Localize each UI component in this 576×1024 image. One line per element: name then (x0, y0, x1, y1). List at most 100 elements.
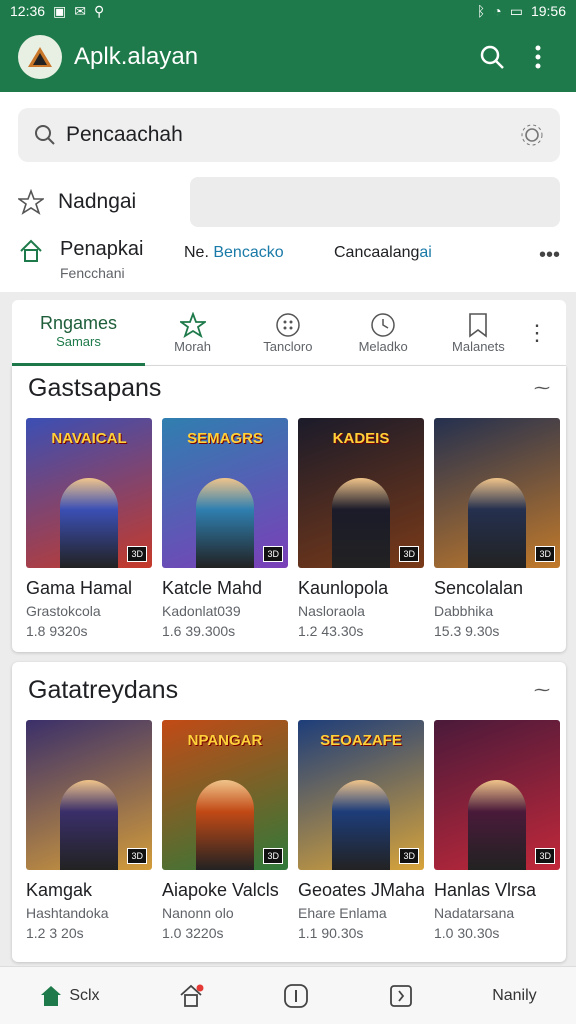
game-stats: 1.2 43.30s (298, 623, 364, 639)
game-thumbnail[interactable]: 3D (434, 720, 560, 870)
nav-notifications[interactable] (178, 983, 204, 1009)
tab-dots[interactable]: Tancloro (240, 300, 335, 366)
home-link-2-suffix: ai (419, 244, 432, 261)
section-card-1: Gastsapans ⁓ NAVAICAL 3D Gama Hamal Grastok… (12, 366, 566, 652)
game-name: Hanlas Vlrsa (434, 880, 537, 900)
search-button[interactable] (472, 37, 512, 77)
game-name: Aiapoke Valcls (162, 880, 279, 900)
game-name: Geoates JMaha (298, 880, 424, 900)
home-row[interactable]: Penapkai Fencchani Ne. Bencacko Cancaala… (18, 238, 560, 288)
badge-icon: 3D (263, 546, 283, 562)
game-card[interactable]: KADEIS 3D Kaunlopola Nasloraola 1.2 43.30s (298, 418, 424, 639)
tab-games[interactable]: Rngames Samars (12, 300, 145, 366)
character-figure (196, 478, 254, 568)
home-title: Penapkai (60, 238, 144, 260)
badge-icon: 3D (263, 848, 283, 864)
favorites-input[interactable] (190, 177, 560, 227)
game-name: Gama Hamal (26, 578, 133, 598)
game-card[interactable]: 3D Hanlas Vlrsa Nadatarsana 1.0 30.30s (434, 720, 560, 941)
game-card[interactable]: SEOAZAFE 3D Geoates JMaha Ehare Enlama 1.1 9… (298, 720, 424, 941)
section-more-icon[interactable]: ⁓ (534, 680, 550, 700)
character-figure (468, 780, 526, 870)
home-link-2-text: Cancaalang (334, 244, 420, 261)
more-options-button[interactable] (518, 37, 558, 77)
bluetooth-icon: ᛒ (476, 3, 486, 19)
tab-clock[interactable]: Meladko (336, 300, 431, 366)
game-stats: 1.0 30.30s (434, 925, 500, 941)
character-figure (468, 478, 526, 568)
tab-label: Meladko (358, 339, 408, 354)
game-stats: 1.6 39.300s (162, 623, 236, 639)
notification-icon: ▣ (53, 2, 67, 19)
game-subtitle: Kadonlat039 (162, 603, 241, 619)
game-stats: 15.3 9.30s (434, 623, 500, 639)
section-card-2: Gatatreydans ⁓ 3D Kamgak Hashtandoka 1.2 3 … (12, 662, 566, 962)
star-icon (179, 312, 206, 338)
home-more-icon[interactable]: ••• (539, 244, 560, 267)
game-card[interactable]: 3D Sencolalan Dabbhika 15.3 9.30s (434, 418, 560, 639)
thumbnail-title: NAVAICAL (51, 430, 127, 447)
battery-icon: ▭ (509, 2, 523, 19)
home-link-2[interactable]: Cancaalangai (334, 244, 474, 262)
bookmark-icon (469, 313, 488, 338)
thumbnail-title: SEMAGRS (187, 430, 263, 447)
settings-icon[interactable] (520, 123, 544, 147)
tab-label: Tancloro (263, 339, 313, 354)
category-tabs: Rngames Samars Morah Tancloro Meladko Ma… (12, 300, 566, 366)
search-bar[interactable]: Pencaachah (18, 108, 560, 162)
game-subtitle: Ehare Enlama (298, 905, 387, 921)
search-input[interactable]: Pencaachah (66, 123, 520, 147)
tab-star[interactable]: Morah (145, 300, 240, 366)
game-card[interactable]: 3D Kamgak Hashtandoka 1.2 3 20s (26, 720, 152, 941)
nav-pause[interactable] (283, 983, 309, 1009)
bottom-nav: Sclx Nanily (0, 966, 576, 1024)
notification-house-icon (180, 984, 204, 1007)
wifi-icon: ◔ (493, 3, 502, 19)
badge-icon: 3D (535, 546, 555, 562)
game-list: NAVAICAL 3D Gama Hamal Grastokcola 1.8 9320s… (26, 418, 560, 639)
game-thumbnail[interactable]: 3D (434, 418, 560, 568)
home-link-1[interactable]: Ne. Bencacko (184, 244, 324, 262)
section-title: Gatatreydans (28, 676, 179, 704)
tab-label: Malanets (452, 339, 505, 354)
game-name: Kamgak (26, 880, 93, 900)
game-subtitle: Nanonn olo (162, 905, 234, 921)
game-subtitle: Nasloraola (298, 603, 365, 619)
tab-bookmark[interactable]: Malanets (431, 300, 526, 366)
clock-icon (371, 313, 395, 337)
nav-home-label: Sclx (69, 986, 100, 1004)
game-card[interactable]: NAVAICAL 3D Gama Hamal Grastokcola 1.8 9320s (26, 418, 152, 639)
pause-circle-icon (283, 983, 308, 1008)
section-more-icon[interactable]: ⁓ (534, 378, 550, 398)
character-figure (332, 780, 390, 870)
game-thumbnail[interactable]: SEMAGRS 3D (162, 418, 288, 568)
tab-label: Morah (174, 339, 212, 354)
game-thumbnail[interactable]: NPANGAR 3D (162, 720, 288, 870)
status-time: 12:36 (10, 3, 46, 19)
nav-library[interactable] (388, 983, 414, 1009)
character-figure (60, 780, 118, 870)
home-subtitle: Fencchani (60, 265, 125, 281)
thumbnail-title: KADEIS (332, 430, 390, 447)
app-bar: Aplk.alayan (0, 22, 576, 92)
tabs-more-icon[interactable]: ⋮ (526, 320, 548, 346)
game-thumbnail[interactable]: SEOAZAFE 3D (298, 720, 424, 870)
game-subtitle: Nadatarsana (434, 905, 515, 921)
game-card[interactable]: SEMAGRS 3D Katcle Mahd Kadonlat039 1.6 39.30… (162, 418, 288, 639)
app-title: Aplk.alayan (74, 43, 199, 70)
nav-home[interactable]: Sclx (39, 984, 100, 1008)
section-title: Gastsapans (28, 374, 162, 402)
game-thumbnail[interactable]: KADEIS 3D (298, 418, 424, 568)
game-subtitle: Hashtandoka (26, 905, 109, 921)
top-panel: Pencaachah Nadngai Penapkai Fencchani Ne… (0, 92, 576, 292)
star-icon (18, 189, 44, 215)
badge-icon: 3D (399, 546, 419, 562)
game-thumbnail[interactable]: 3D (26, 720, 152, 870)
nav-family[interactable]: Nanily (492, 987, 536, 1005)
favorites-row[interactable]: Nadngai (18, 176, 560, 228)
search-icon (480, 45, 504, 69)
game-card[interactable]: NPANGAR 3D Aiapoke Valcls Nanonn olo 1.0 322… (162, 720, 288, 941)
character-figure (332, 478, 390, 568)
game-thumbnail[interactable]: NAVAICAL 3D (26, 418, 152, 568)
thumbnail-title: NPANGAR (187, 732, 263, 749)
